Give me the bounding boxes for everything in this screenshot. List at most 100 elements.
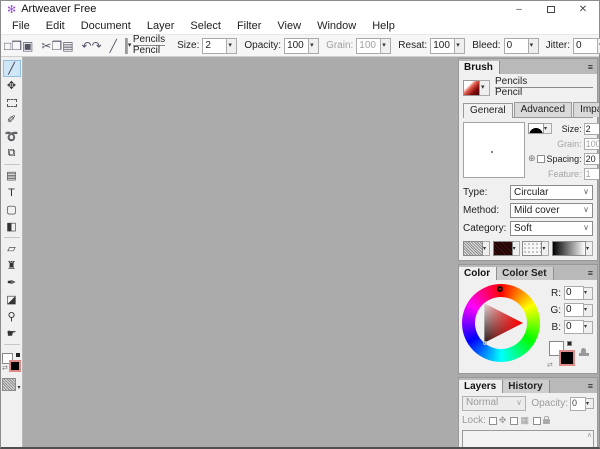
menu-window[interactable]: Window	[309, 19, 364, 33]
blue-dropdown[interactable]	[584, 321, 593, 334]
move-tool[interactable]: ✥	[3, 77, 21, 94]
opacity-input[interactable]: 0	[570, 397, 586, 411]
copy-icon[interactable]: ❐	[51, 37, 62, 55]
blue-input[interactable]: 0	[564, 320, 584, 334]
default-colors-icon[interactable]	[567, 341, 572, 346]
crop-tool[interactable]: ⧉	[3, 145, 21, 162]
background-color-swatch[interactable]	[559, 350, 575, 366]
maximize-button[interactable]	[535, 1, 567, 17]
pattern-swatch[interactable]	[2, 378, 16, 391]
red-input[interactable]: 0	[564, 286, 584, 300]
size-input[interactable]: 2	[584, 123, 599, 135]
stipple-swatch[interactable]	[522, 241, 542, 256]
zoom-tool[interactable]: ⚲	[3, 308, 21, 325]
spacing-checkbox[interactable]	[537, 155, 545, 163]
paper-texture-selector[interactable]	[463, 241, 490, 256]
default-colors-icon[interactable]	[16, 353, 20, 357]
spacing-input[interactable]: 20	[584, 153, 599, 165]
menu-document[interactable]: Document	[73, 19, 139, 33]
stipple-dropdown[interactable]	[542, 241, 549, 256]
gradient-tool[interactable]: ◧	[3, 218, 21, 235]
category-select[interactable]: Soft	[510, 221, 593, 236]
new-icon[interactable]: □	[4, 37, 11, 55]
save-icon[interactable]: ▣	[22, 37, 33, 55]
color-wheel[interactable]	[462, 284, 540, 362]
paper-texture-dropdown[interactable]	[483, 241, 490, 256]
gradient-swatch[interactable]	[552, 241, 586, 256]
stipple-selector[interactable]	[522, 241, 549, 256]
menu-file[interactable]: File	[4, 19, 38, 33]
tab-advanced[interactable]: Advanced	[514, 102, 572, 117]
size-input[interactable]: 2	[202, 38, 227, 54]
brush-stroke-icon[interactable]: ╱	[110, 37, 117, 55]
lock-position-checkbox[interactable]	[489, 417, 497, 425]
layers-panel-menu-icon[interactable]: ≡	[588, 381, 597, 393]
pattern-dropdown[interactable]	[513, 241, 520, 256]
pattern-swatch[interactable]	[493, 241, 513, 256]
opacity-input[interactable]: 100	[284, 38, 309, 54]
open-icon[interactable]: ❒	[11, 37, 22, 55]
close-button[interactable]: ✕	[567, 1, 599, 17]
eraser-tool[interactable]: ▱	[3, 240, 21, 257]
gradient-dropdown[interactable]	[586, 241, 593, 256]
hand-tool[interactable]: ☛	[3, 325, 21, 342]
bleed-dropdown[interactable]	[529, 38, 539, 54]
swap-colors-icon[interactable]: ⇄	[547, 361, 553, 369]
menu-view[interactable]: View	[269, 19, 309, 33]
minimize-button[interactable]: –	[503, 1, 535, 17]
lock-all-checkbox[interactable]	[533, 417, 541, 425]
opacity-dropdown[interactable]	[309, 38, 319, 54]
type-select[interactable]: Circular	[510, 185, 593, 200]
airbrush-tool[interactable]: ▤	[3, 167, 21, 184]
pattern-dropdown-icon[interactable]: ▾	[17, 384, 20, 391]
opacity-dropdown[interactable]	[586, 398, 594, 409]
tab-general[interactable]: General	[463, 103, 513, 118]
menu-select[interactable]: Select	[182, 19, 229, 33]
brush-picker-dropdown[interactable]	[127, 38, 128, 54]
brush-panel-menu-icon[interactable]: ≡	[588, 62, 597, 74]
jitter-input[interactable]: 0	[573, 38, 598, 54]
lasso-tool[interactable]: ➰	[3, 128, 21, 145]
cut-icon[interactable]: ✂	[41, 37, 51, 55]
shape-tool[interactable]: ▢	[3, 201, 21, 218]
brush-tool[interactable]: ╱	[3, 60, 21, 77]
size-dropdown[interactable]	[227, 38, 237, 54]
stamp-icon[interactable]	[579, 353, 589, 356]
layer-list[interactable]: ∧ ∨	[462, 430, 594, 447]
stamp-tool[interactable]: ♜	[3, 257, 21, 274]
scroll-up-arrow[interactable]: ∧	[587, 432, 592, 439]
undo-icon[interactable]: ↶	[82, 37, 92, 55]
sv-marker[interactable]	[483, 341, 487, 345]
magic-wand-tool[interactable]: ✐	[3, 111, 21, 128]
brush-preview-thumbnail[interactable]	[463, 80, 480, 96]
text-tool[interactable]: T	[3, 184, 21, 201]
green-dropdown[interactable]	[584, 304, 593, 317]
tab-history[interactable]: History	[503, 380, 549, 393]
brush-picker-dropdown[interactable]	[480, 80, 490, 96]
brush-tip-dropdown[interactable]	[544, 123, 552, 134]
brush-panel-tab[interactable]: Brush	[459, 61, 500, 74]
menu-layer[interactable]: Layer	[139, 19, 183, 33]
fill-tool[interactable]: ◪	[3, 291, 21, 308]
red-dropdown[interactable]	[584, 287, 593, 300]
tab-color-set[interactable]: Color Set	[497, 267, 553, 280]
menu-edit[interactable]: Edit	[38, 19, 73, 33]
pattern-selector[interactable]	[493, 241, 520, 256]
tab-layers[interactable]: Layers	[459, 380, 503, 393]
color-panel-menu-icon[interactable]: ≡	[588, 268, 597, 280]
pattern-selector[interactable]: ▾	[2, 378, 20, 391]
paste-icon[interactable]: ▤	[62, 37, 73, 55]
swap-colors-icon[interactable]: ⇄	[2, 364, 8, 372]
background-color-swatch[interactable]	[9, 360, 21, 372]
method-select[interactable]: Mild cover	[510, 203, 593, 218]
lock-pixels-checkbox[interactable]	[510, 417, 518, 425]
redo-icon[interactable]: ↷	[92, 37, 102, 55]
menu-help[interactable]: Help	[364, 19, 403, 33]
green-input[interactable]: 0	[564, 303, 584, 317]
brush-tip-swatch[interactable]	[528, 123, 544, 134]
gradient-selector[interactable]	[552, 241, 593, 256]
eyedropper-tool[interactable]: ✒	[3, 274, 21, 291]
resat-input[interactable]: 100	[430, 38, 455, 54]
bleed-input[interactable]: 0	[504, 38, 529, 54]
select-tool[interactable]	[3, 94, 21, 111]
